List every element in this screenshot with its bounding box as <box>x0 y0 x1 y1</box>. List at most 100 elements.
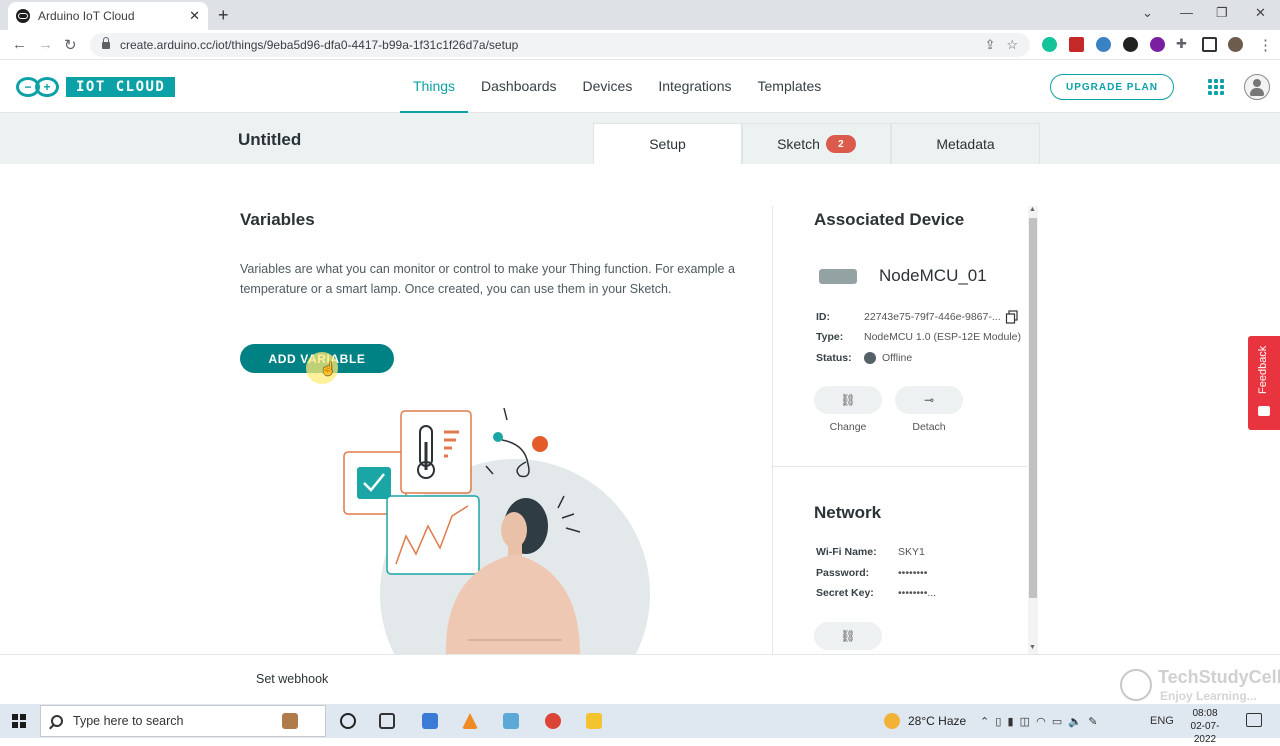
nav-templates[interactable]: Templates <box>745 60 835 113</box>
network-title: Network <box>814 503 882 522</box>
add-variable-button[interactable]: ADD VARIABLE <box>240 344 394 373</box>
secret-key-label: Secret Key: <box>816 587 874 599</box>
grammarly-extension-icon[interactable] <box>1042 37 1057 52</box>
app-icon[interactable] <box>422 713 438 729</box>
clock-time: 08:08 <box>1192 708 1218 719</box>
nav-integrations[interactable]: Integrations <box>645 60 744 113</box>
logo-text: IOT CLOUD <box>66 77 176 97</box>
wifi-label: Wi-Fi Name: <box>816 546 877 558</box>
browser-toolbar: ← → ↻ create.arduino.cc/iot/things/9eba5… <box>0 30 1280 60</box>
bookmark-star-icon[interactable]: ⇪ ☆ <box>985 37 1018 53</box>
iot-illustration <box>343 407 650 654</box>
associated-device-title: Associated Device <box>814 210 965 229</box>
windows-taskbar: Type here to search 28°C Haze ⌃ ▯ ▮ ◫ ◠ … <box>0 704 1280 745</box>
status-dot-icon <box>864 352 876 364</box>
close-tab-icon[interactable]: ✕ <box>189 8 200 24</box>
feedback-button[interactable]: Feedback <box>1248 336 1280 430</box>
file-explorer-icon[interactable] <box>586 713 602 729</box>
nav-dashboards[interactable]: Dashboards <box>468 60 570 113</box>
user-avatar[interactable] <box>1244 74 1270 100</box>
feedback-icon <box>1258 406 1270 416</box>
close-window-icon[interactable]: ✕ <box>1255 5 1266 21</box>
chrome-icon[interactable] <box>545 713 561 729</box>
tab-sketch-label: Sketch <box>777 136 820 152</box>
thing-tabs: Setup Sketch 2 Metadata <box>593 123 1040 164</box>
arduino-favicon-icon <box>16 9 30 23</box>
search-highlight-icon[interactable] <box>282 713 298 729</box>
device-name[interactable]: NodeMCU_01 <box>879 266 987 286</box>
scroll-thumb[interactable] <box>1029 218 1037 598</box>
browser-menu-icon[interactable]: ⋮ <box>1258 36 1273 54</box>
app-header: − + IOT CLOUD Things Dashboards Devices I… <box>0 60 1280 113</box>
lock-icon <box>102 36 110 49</box>
change-label[interactable]: Change <box>814 421 882 433</box>
device-status-row: Status: Offline <box>816 352 912 364</box>
forward-icon[interactable]: → <box>38 36 53 53</box>
tab-metadata[interactable]: Metadata <box>891 123 1040 164</box>
variables-title: Variables <box>240 210 315 229</box>
notification-icon[interactable] <box>1246 713 1262 727</box>
device-id-row: ID: 22743e75-79f7-446e-9867-... <box>816 311 1001 323</box>
flash-extension-icon[interactable] <box>1069 37 1084 52</box>
tab-setup[interactable]: Setup <box>593 123 742 164</box>
tab-search-icon[interactable]: ⌄ <box>1142 5 1153 21</box>
device-status-value: Offline <box>882 352 913 364</box>
upgrade-plan-button[interactable]: UPGRADE PLAN <box>1050 74 1174 100</box>
extension-icon[interactable] <box>1096 37 1111 52</box>
arduino-logo[interactable]: − + IOT CLOUD <box>16 77 176 97</box>
thing-subheader: Untitled Setup Sketch 2 Metadata <box>0 113 1280 164</box>
nav-things[interactable]: Things <box>400 60 469 113</box>
system-tray-icons[interactable]: ⌃ ▯ ▮ ◫ ◠ ▭ 🔈 ✎ <box>980 715 1097 728</box>
search-placeholder: Type here to search <box>73 714 184 728</box>
board-icon <box>819 269 857 284</box>
link-icon: ⛓ <box>840 393 856 407</box>
task-view-icon[interactable] <box>379 713 395 729</box>
feedback-label: Feedback <box>1257 345 1269 394</box>
extensions-puzzle-icon[interactable]: ✚ <box>1176 36 1187 52</box>
cortana-icon[interactable] <box>340 713 356 729</box>
side-panel-icon[interactable] <box>1202 37 1217 52</box>
device-type-row: Type: NodeMCU 1.0 (ESP-12E Module) <box>816 331 1021 343</box>
windows-start-icon[interactable] <box>12 714 26 728</box>
scroll-down-icon[interactable]: ▼ <box>1029 644 1036 651</box>
vlc-icon[interactable] <box>462 713 478 729</box>
browser-tab[interactable]: Arduino IoT Cloud ✕ <box>8 2 208 30</box>
address-bar[interactable]: create.arduino.cc/iot/things/9eba5d96-df… <box>90 33 1030 57</box>
watermark-tagline: Enjoy Learning... <box>1160 689 1257 703</box>
wifi-row: Wi-Fi Name: SKY1 <box>816 546 925 558</box>
restore-icon[interactable]: ❐ <box>1216 5 1228 21</box>
thing-title[interactable]: Untitled <box>238 130 301 150</box>
clock-date: 02-07-2022 <box>1190 721 1220 745</box>
channel-watermark: TechStudyCell Enjoy Learning... <box>1120 667 1280 707</box>
device-id-value: 22743e75-79f7-446e-9867-... <box>864 311 1001 323</box>
copy-icon[interactable] <box>1005 310 1019 324</box>
detach-label[interactable]: Detach <box>895 421 963 433</box>
minimize-icon[interactable]: — <box>1180 5 1193 20</box>
detach-device-button[interactable]: ⊸ <box>895 386 963 414</box>
extension-icon[interactable] <box>1150 37 1165 52</box>
password-label: Password: <box>816 567 870 579</box>
tab-sketch[interactable]: Sketch 2 <box>742 123 891 164</box>
profile-avatar-icon[interactable] <box>1228 37 1243 52</box>
apps-grid-icon[interactable] <box>1208 79 1224 95</box>
device-id-label: ID: <box>816 311 830 323</box>
new-tab-icon[interactable]: + <box>218 5 229 26</box>
panel-scrollbar[interactable]: ▲ ▼ <box>1028 206 1038 654</box>
taskbar-clock[interactable]: 08:08 02-07-2022 <box>1180 707 1230 746</box>
nav-devices[interactable]: Devices <box>570 60 646 113</box>
weather-widget[interactable]: 28°C Haze <box>884 713 966 729</box>
app-icon[interactable] <box>503 713 519 729</box>
variables-description: Variables are what you can monitor or co… <box>240 262 735 296</box>
watermark-logo-icon <box>1120 669 1152 701</box>
weather-text: 28°C Haze <box>908 714 967 728</box>
extension-icon[interactable] <box>1123 37 1138 52</box>
section-divider <box>773 466 1027 467</box>
language-indicator[interactable]: ENG <box>1150 715 1174 727</box>
reload-icon[interactable]: ↻ <box>64 36 77 54</box>
set-webhook-link[interactable]: Set webhook <box>256 672 328 686</box>
password-row: Password: •••••••• <box>816 567 927 579</box>
back-icon[interactable]: ← <box>12 36 27 53</box>
change-network-button[interactable]: ⛓ <box>814 622 882 650</box>
scroll-up-icon[interactable]: ▲ <box>1029 206 1036 213</box>
change-device-button[interactable]: ⛓ <box>814 386 882 414</box>
